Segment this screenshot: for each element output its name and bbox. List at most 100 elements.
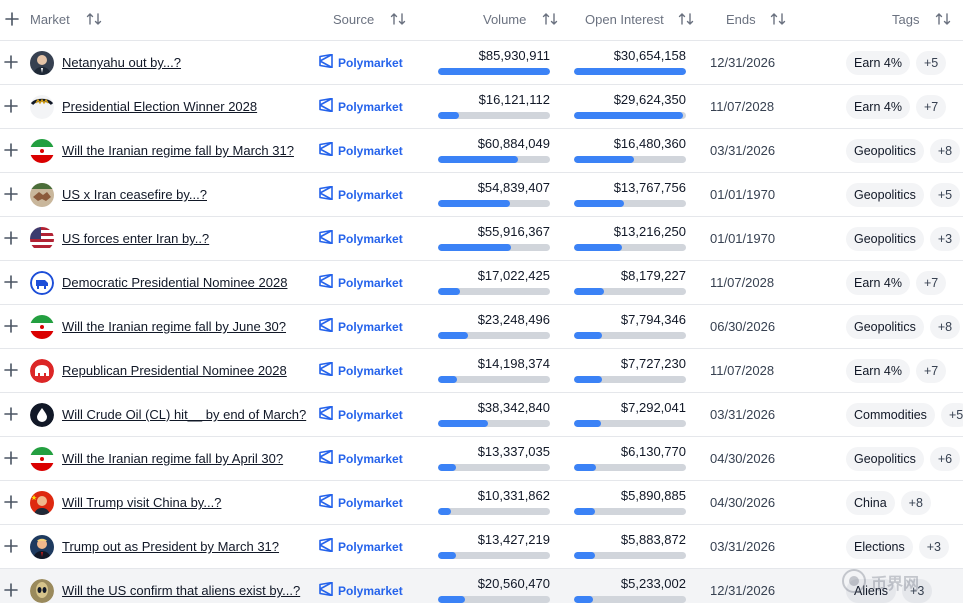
market-link[interactable]: Trump out as President by March 31? bbox=[62, 539, 279, 554]
sort-volume-icon[interactable] bbox=[542, 11, 558, 27]
market-link[interactable]: Will Trump visit China by...? bbox=[62, 495, 221, 510]
tag-chip[interactable]: China bbox=[846, 491, 895, 515]
tag-chip[interactable]: Earn 4% bbox=[846, 359, 910, 383]
header-ends[interactable]: Ends bbox=[726, 12, 756, 27]
table-row[interactable]: Presidential Election Winner 2028 Polyma… bbox=[0, 85, 963, 129]
source-link[interactable]: Polymarket bbox=[318, 581, 403, 599]
more-tags-chip[interactable]: +3 bbox=[918, 535, 949, 559]
table-row[interactable]: Democratic Presidential Nominee 2028 Pol… bbox=[0, 261, 963, 305]
market-link[interactable]: Will the Iranian regime fall by April 30… bbox=[62, 451, 283, 466]
tag-chip[interactable]: Geopolitics bbox=[846, 139, 924, 163]
market-link[interactable]: Will the Iranian regime fall by June 30? bbox=[62, 319, 286, 334]
header-volume[interactable]: Volume bbox=[483, 12, 526, 27]
more-tags-chip[interactable]: +3 bbox=[929, 227, 961, 251]
table-row[interactable]: Will the US confirm that aliens exist by… bbox=[0, 569, 963, 603]
source-link[interactable]: Polymarket bbox=[318, 537, 403, 555]
tag-chip[interactable]: Earn 4% bbox=[846, 51, 910, 75]
source-name: Polymarket bbox=[338, 143, 403, 158]
more-tags-chip[interactable]: +5 bbox=[940, 403, 963, 427]
sort-market-icon[interactable] bbox=[86, 11, 102, 27]
end-date: 12/31/2026 bbox=[710, 55, 776, 70]
tag-chip[interactable]: Commodities bbox=[846, 403, 935, 427]
expand-row-plus-icon[interactable] bbox=[4, 407, 20, 423]
sort-open-interest-icon[interactable] bbox=[678, 11, 694, 27]
more-tags-chip[interactable]: +6 bbox=[929, 447, 961, 471]
market-link[interactable]: US x Iran ceasefire by...? bbox=[62, 187, 207, 202]
table-row[interactable]: Will Crude Oil (CL) hit__ by end of Marc… bbox=[0, 393, 963, 437]
more-tags-chip[interactable]: +8 bbox=[900, 491, 931, 515]
header-open-interest[interactable]: Open Interest bbox=[585, 12, 664, 27]
expand-row-plus-icon[interactable] bbox=[4, 451, 20, 467]
source-name: Polymarket bbox=[338, 187, 403, 202]
market-link[interactable]: Will the US confirm that aliens exist by… bbox=[62, 583, 300, 598]
table-row[interactable]: US x Iran ceasefire by...? Polymarket $5… bbox=[0, 173, 963, 217]
more-tags-chip[interactable]: +5 bbox=[915, 51, 947, 75]
source-link[interactable]: Polymarket bbox=[318, 53, 403, 71]
table-row[interactable]: Republican Presidential Nominee 2028 Pol… bbox=[0, 349, 963, 393]
source-link[interactable]: Polymarket bbox=[318, 97, 403, 115]
expand-row-plus-icon[interactable] bbox=[4, 143, 20, 159]
tag-chip[interactable]: Geopolitics bbox=[846, 447, 924, 471]
market-link[interactable]: Will the Iranian regime fall by March 31… bbox=[62, 143, 294, 158]
tag-chip[interactable]: Earn 4% bbox=[846, 95, 910, 119]
tag-chip[interactable]: Geopolitics bbox=[846, 315, 924, 339]
source-link[interactable]: Polymarket bbox=[318, 141, 403, 159]
tag-chip[interactable]: Geopolitics bbox=[846, 227, 924, 251]
header-market[interactable]: Market bbox=[30, 12, 70, 27]
sort-ends-icon[interactable] bbox=[770, 11, 786, 27]
table-row[interactable]: Netanyahu out by...? Polymarket $85,930,… bbox=[0, 41, 963, 85]
table-row[interactable]: Trump out as President by March 31? Poly… bbox=[0, 525, 963, 569]
expand-row-plus-icon[interactable] bbox=[4, 539, 20, 555]
market-link[interactable]: Presidential Election Winner 2028 bbox=[62, 99, 257, 114]
market-link[interactable]: Netanyahu out by...? bbox=[62, 55, 181, 70]
expand-row-plus-icon[interactable] bbox=[4, 187, 20, 203]
open-interest-bar bbox=[574, 464, 686, 471]
expand-row-plus-icon[interactable] bbox=[4, 319, 20, 335]
source-link[interactable]: Polymarket bbox=[318, 405, 403, 423]
volume-bar-fill bbox=[438, 376, 457, 383]
more-tags-chip[interactable]: +8 bbox=[929, 315, 961, 339]
source-link[interactable]: Polymarket bbox=[318, 449, 403, 467]
table-row[interactable]: Will the Iranian regime fall by April 30… bbox=[0, 437, 963, 481]
expand-row-plus-icon[interactable] bbox=[4, 495, 20, 511]
expand-row-plus-icon[interactable] bbox=[4, 363, 20, 379]
header-source[interactable]: Source bbox=[333, 12, 374, 27]
tag-chip[interactable]: Elections bbox=[846, 535, 913, 559]
tag-chip[interactable]: Geopolitics bbox=[846, 183, 924, 207]
source-link[interactable]: Polymarket bbox=[318, 229, 403, 247]
table-row[interactable]: Will the Iranian regime fall by March 31… bbox=[0, 129, 963, 173]
market-link[interactable]: Will Crude Oil (CL) hit__ by end of Marc… bbox=[62, 407, 306, 422]
source-link[interactable]: Polymarket bbox=[318, 317, 403, 335]
expand-row-plus-icon[interactable] bbox=[4, 275, 20, 291]
expand-row-plus-icon[interactable] bbox=[4, 583, 20, 599]
expand-row-plus-icon[interactable] bbox=[4, 231, 20, 247]
market-avatar bbox=[30, 139, 54, 163]
table-row[interactable]: Will Trump visit China by...? Polymarket… bbox=[0, 481, 963, 525]
more-tags-chip[interactable]: +8 bbox=[929, 139, 961, 163]
volume-bar bbox=[438, 376, 550, 383]
more-tags-chip[interactable]: +5 bbox=[929, 183, 961, 207]
source-link[interactable]: Polymarket bbox=[318, 493, 403, 511]
expand-all-plus-icon[interactable] bbox=[5, 12, 19, 29]
expand-row-plus-icon[interactable] bbox=[4, 99, 20, 115]
expand-row-plus-icon[interactable] bbox=[4, 55, 20, 71]
source-link[interactable]: Polymarket bbox=[318, 361, 403, 379]
end-date: 03/31/2026 bbox=[710, 539, 776, 554]
table-row[interactable]: US forces enter Iran by..? Polymarket $5… bbox=[0, 217, 963, 261]
table-header: Market Source Volume Open Interest Ends … bbox=[0, 0, 963, 41]
table-row[interactable]: Will the Iranian regime fall by June 30?… bbox=[0, 305, 963, 349]
sort-source-icon[interactable] bbox=[390, 11, 406, 27]
more-tags-chip[interactable]: +7 bbox=[915, 95, 947, 119]
market-link[interactable]: Democratic Presidential Nominee 2028 bbox=[62, 275, 287, 290]
tag-chip[interactable]: Earn 4% bbox=[846, 271, 910, 295]
source-link[interactable]: Polymarket bbox=[318, 273, 403, 291]
volume-bar-fill bbox=[438, 244, 511, 251]
source-link[interactable]: Polymarket bbox=[318, 185, 403, 203]
more-tags-chip[interactable]: +7 bbox=[915, 359, 947, 383]
market-link[interactable]: US forces enter Iran by..? bbox=[62, 231, 209, 246]
tags-group: China +8 bbox=[846, 491, 931, 515]
more-tags-chip[interactable]: +7 bbox=[915, 271, 947, 295]
market-link[interactable]: Republican Presidential Nominee 2028 bbox=[62, 363, 287, 378]
header-tags[interactable]: Tags bbox=[892, 12, 919, 27]
sort-tags-icon[interactable] bbox=[935, 11, 951, 27]
